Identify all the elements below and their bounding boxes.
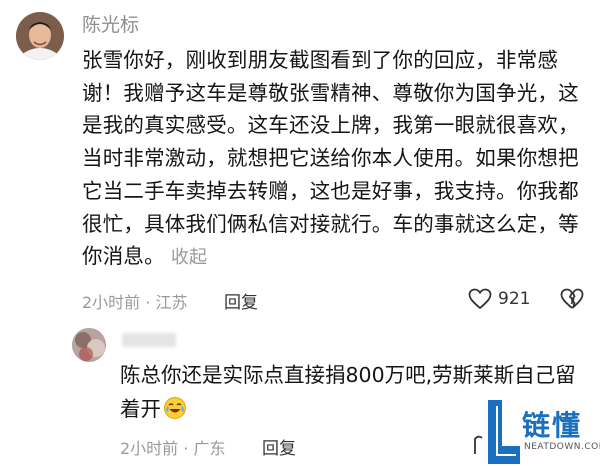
collapse-link[interactable]: 收起 (171, 247, 207, 268)
heart-icon (468, 288, 492, 309)
avatar[interactable] (16, 12, 64, 60)
reply-button[interactable]: 回复 (224, 288, 258, 313)
watermark-url: NEATDOWN.COM (524, 442, 600, 452)
reply-avatar[interactable] (72, 328, 106, 362)
reply-reply-button[interactable]: 回复 (262, 434, 296, 459)
reply-author-redacted (122, 333, 176, 347)
blurred-avatar-image (72, 328, 106, 362)
heart-icon (474, 435, 483, 454)
comment-text: 张雪你好，刚收到朋友截图看到了你的回应，非常感谢！我赠予这车是尊敬张雪精神、尊敬… (82, 48, 579, 269)
like-count: 921 (498, 289, 531, 309)
watermark-brand: 链懂 (522, 409, 583, 442)
watermark: 链懂 NEATDOWN.COM (484, 398, 600, 466)
brand-logo-icon (488, 400, 520, 464)
comment-meta: 2小时前 · 江苏 (82, 293, 188, 312)
laughing-crying-emoji-icon (163, 396, 187, 430)
author-name[interactable]: 陈光标 (82, 10, 139, 37)
like-button[interactable]: 921 (468, 288, 530, 310)
reply-meta: 2小时前 · 广东 (120, 439, 226, 458)
avatar-image (16, 12, 64, 60)
dislike-button[interactable] (560, 288, 584, 314)
broken-heart-icon (560, 288, 584, 309)
comment-body: 张雪你好，刚收到朋友截图看到了你的回应，非常感谢！我赠予这车是尊敬张雪精神、尊敬… (82, 44, 587, 275)
reply-like-button[interactable] (466, 434, 484, 454)
